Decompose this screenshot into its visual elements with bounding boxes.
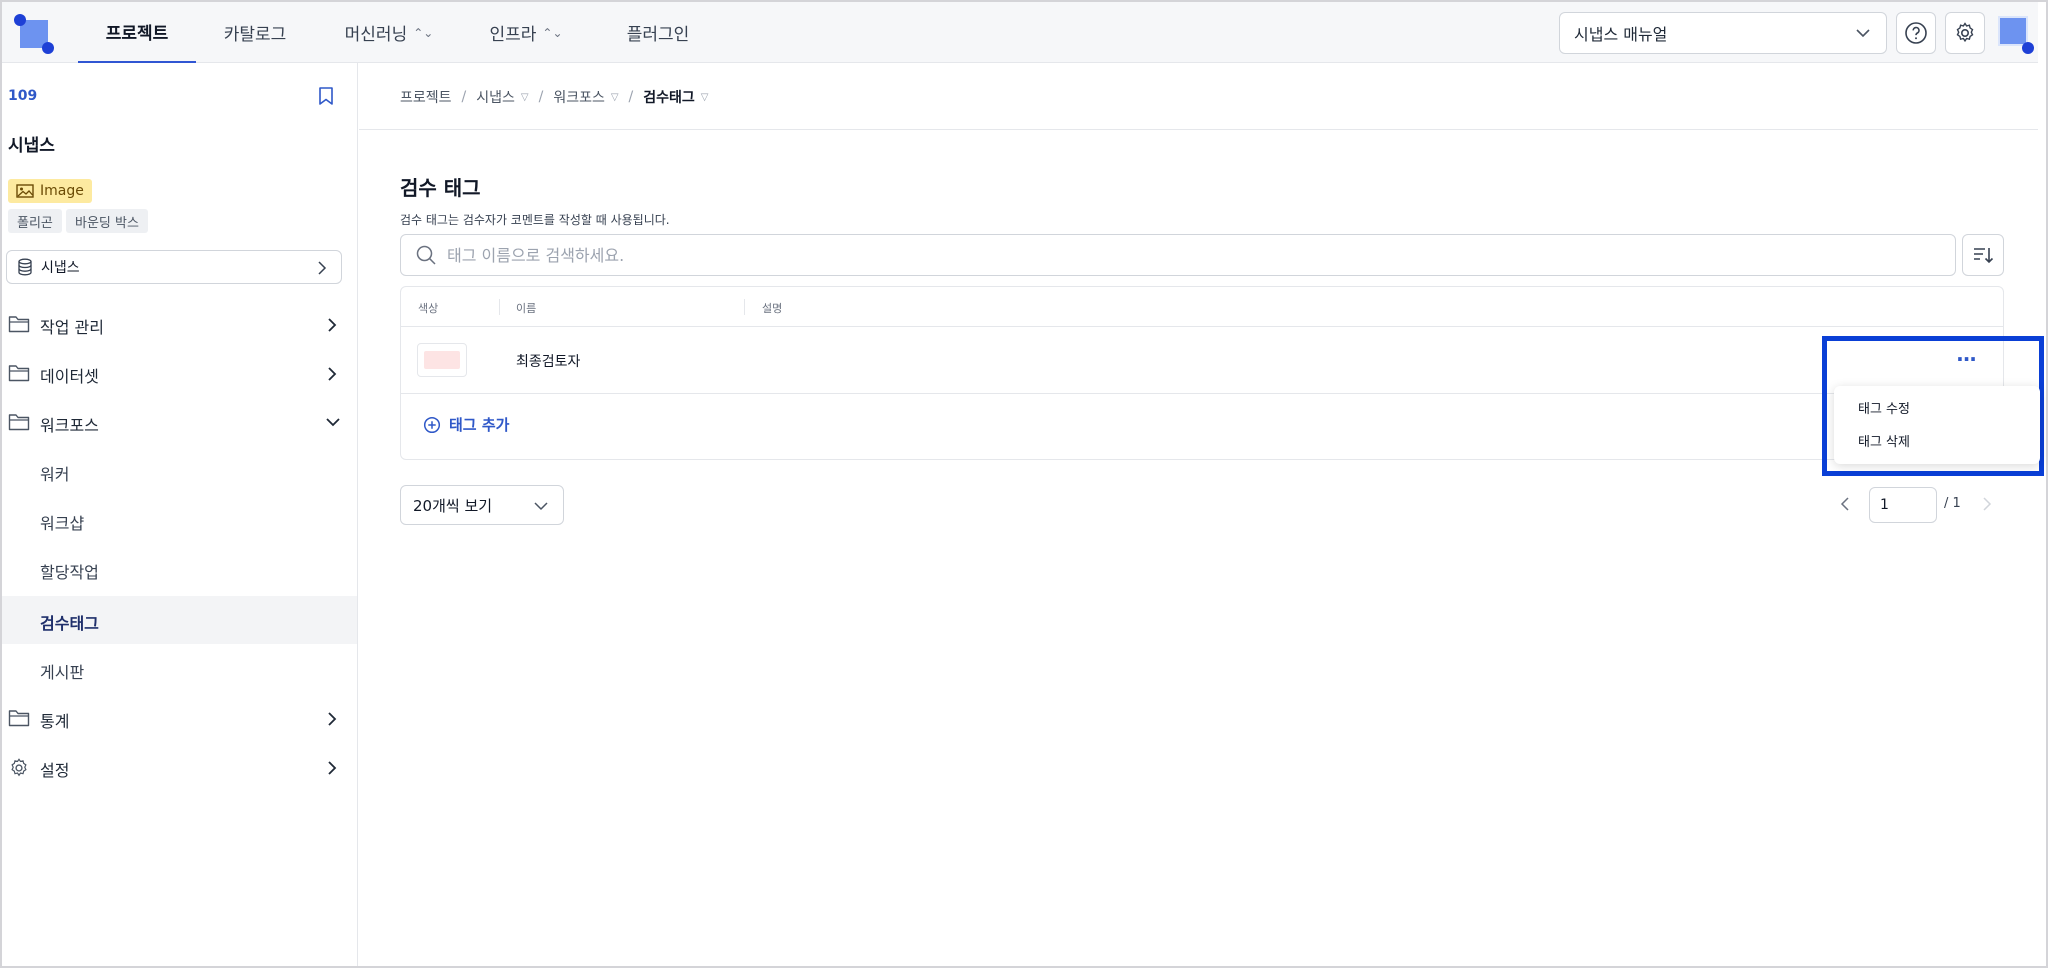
sidebar-item-job-management[interactable]: 작업 관리 xyxy=(2,300,357,348)
chevron-down-icon xyxy=(1856,29,1870,38)
page-size-select[interactable]: 20개씩 보기 xyxy=(400,485,564,525)
sidebar: 109 시냅스 Image 폴리곤 바운딩 박스 시냅스 작업 관리 데이터셋 … xyxy=(2,63,358,966)
next-page-icon[interactable] xyxy=(1980,494,1994,514)
folder-icon xyxy=(8,414,30,431)
previous-page-icon[interactable] xyxy=(1838,494,1852,514)
page-number-input[interactable]: 1 xyxy=(1869,487,1937,523)
nav-tab-machine-learning[interactable]: 머신러닝 ⌃⌄ xyxy=(314,2,464,63)
user-avatar[interactable] xyxy=(1998,16,2034,54)
sidebar-subitem-review-tags[interactable]: 검수태그 xyxy=(2,596,357,644)
help-icon xyxy=(1905,22,1927,44)
project-name: 시냅스 xyxy=(8,136,55,156)
chevron-right-icon xyxy=(328,761,337,775)
sidebar-subitem-board[interactable]: 게시판 xyxy=(2,645,357,693)
row-action-menu: 태그 수정 태그 삭제 xyxy=(1834,386,2040,464)
top-nav: 프로젝트 카탈로그 머신러닝 ⌃⌄ 인프라 ⌃⌄ 플러그인 xyxy=(78,2,728,63)
breadcrumb-item[interactable]: 워크포스 xyxy=(553,87,605,107)
chevron-down-icon xyxy=(534,502,548,511)
annotation-chip-polygon: 폴리곤 xyxy=(8,209,62,233)
chevron-down-icon[interactable]: ▽ xyxy=(701,92,709,103)
sort-button[interactable] xyxy=(1962,234,2004,276)
page-total: / 1 xyxy=(1944,496,1961,511)
chevron-right-icon xyxy=(318,261,327,275)
folder-icon xyxy=(8,365,30,382)
menu-item-delete-tag[interactable]: 태그 삭제 xyxy=(1858,431,1910,450)
updown-chevron-icon: ⌃⌄ xyxy=(413,25,434,40)
column-header-color: 색상 xyxy=(418,302,439,315)
chevron-down-icon[interactable]: ▽ xyxy=(611,92,619,103)
gear-icon xyxy=(11,758,27,777)
image-icon xyxy=(16,184,34,198)
tag-search-box[interactable] xyxy=(400,234,1956,276)
sidebar-subitem-worker[interactable]: 워커 xyxy=(2,447,357,495)
page-description: 검수 태그는 검수자가 코멘트를 작성할 때 사용됩니다. xyxy=(400,213,670,227)
help-button[interactable] xyxy=(1896,12,1936,54)
chevron-down-icon[interactable]: ▽ xyxy=(521,92,529,103)
data-type-badge: Image xyxy=(8,179,92,203)
folder-icon xyxy=(8,710,30,727)
page-title: 검수 태그 xyxy=(400,176,481,200)
chevron-right-icon xyxy=(328,367,337,381)
annotation-chip-bbox: 바운딩 박스 xyxy=(66,209,148,233)
app-logo[interactable] xyxy=(14,14,54,54)
table-header: 색상 이름 설명 xyxy=(401,287,2003,327)
plus-circle-icon xyxy=(423,416,441,433)
top-navigation-bar: 프로젝트 카탈로그 머신러닝 ⌃⌄ 인프라 ⌃⌄ 플러그인 시냅스 매뉴얼 xyxy=(2,2,2038,63)
project-id: 109 xyxy=(8,88,38,104)
updown-chevron-icon: ⌃⌄ xyxy=(542,25,563,40)
breadcrumb-item[interactable]: 프로젝트 xyxy=(400,87,452,107)
database-icon xyxy=(18,258,32,276)
manual-select[interactable]: 시냅스 매뉴얼 xyxy=(1559,12,1887,54)
sidebar-item-statistics[interactable]: 통계 xyxy=(2,694,357,742)
sidebar-item-dataset[interactable]: 데이터셋 xyxy=(2,349,357,397)
nav-tab-catalog[interactable]: 카탈로그 xyxy=(196,2,314,63)
nav-tab-infra[interactable]: 인프라 ⌃⌄ xyxy=(464,2,588,63)
gear-icon xyxy=(1956,22,1974,43)
chevron-down-icon xyxy=(326,418,340,427)
add-tag-button[interactable]: 태그 추가 xyxy=(423,414,509,435)
table-row[interactable]: 최종검토자 xyxy=(401,327,2003,394)
chevron-right-icon xyxy=(328,318,337,332)
search-icon xyxy=(416,245,436,265)
bookmark-icon[interactable] xyxy=(316,85,336,107)
header-divider xyxy=(359,129,2038,130)
tag-color-swatch xyxy=(417,343,467,377)
menu-item-edit-tag[interactable]: 태그 수정 xyxy=(1858,398,1910,417)
breadcrumb-item[interactable]: 시냅스 xyxy=(476,87,515,107)
nav-tab-plugins[interactable]: 플러그인 xyxy=(588,2,728,63)
sidebar-subitem-assignments[interactable]: 할당작업 xyxy=(2,545,357,593)
breadcrumb-current: 검수태그 xyxy=(643,90,695,106)
sidebar-subitem-workshop[interactable]: 워크샵 xyxy=(2,496,357,544)
chevron-right-icon xyxy=(328,712,337,726)
tag-name: 최종검토자 xyxy=(516,354,581,370)
review-tag-table: 색상 이름 설명 최종검토자 태그 추가 xyxy=(400,286,2004,460)
column-header-description: 설명 xyxy=(762,302,783,315)
column-header-name: 이름 xyxy=(516,302,537,315)
settings-button[interactable] xyxy=(1945,12,1985,54)
sidebar-item-settings[interactable]: 설정 xyxy=(2,743,357,791)
sort-icon xyxy=(1974,248,1994,264)
sidebar-item-workforce[interactable]: 워크포스 xyxy=(2,398,357,446)
dataset-selector[interactable]: 시냅스 xyxy=(6,250,342,284)
folder-icon xyxy=(8,316,30,333)
tag-search-input[interactable] xyxy=(447,245,1847,265)
nav-tab-projects[interactable]: 프로젝트 xyxy=(78,2,196,63)
breadcrumb: 프로젝트 / 시냅스 ▽ / 워크포스 ▽ / 검수태그 ▽ xyxy=(400,87,709,107)
